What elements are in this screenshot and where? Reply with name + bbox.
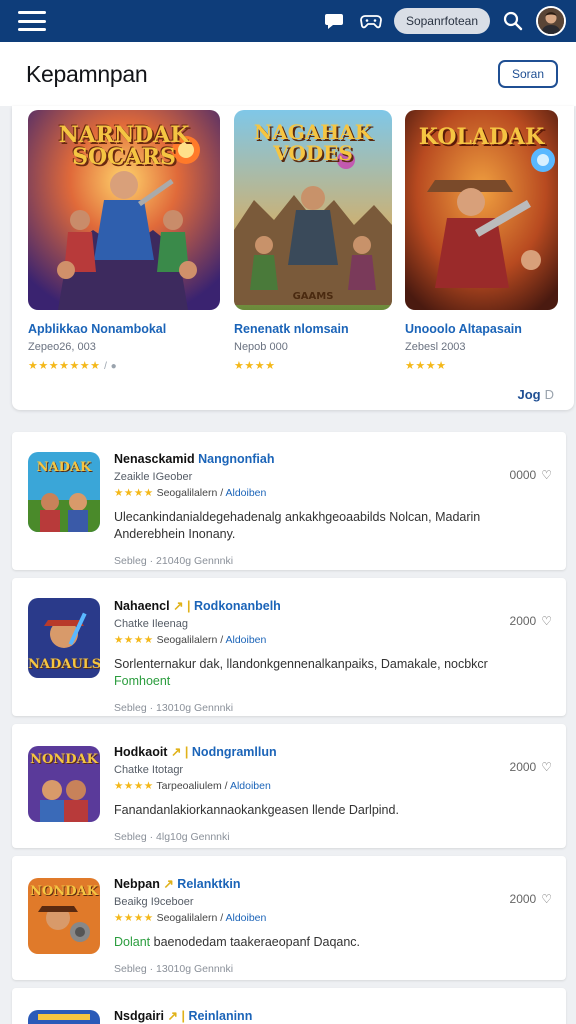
controller-icon[interactable] (358, 8, 384, 34)
game-cover-art: NAGAHAK VODES GAAMS (234, 110, 392, 310)
list-item-title[interactable]: Nsdgairi ↗ | Reinlaninn (114, 1008, 494, 1023)
featured-card[interactable]: NAGAHAK VODES GAAMS Renenatk nlomsain Ne… (234, 110, 392, 372)
favorite-button[interactable]: 2000 ♡ (510, 760, 552, 774)
favorite-button[interactable]: 2000 ♡ (510, 892, 552, 906)
game-cover-art: NARNDAK SOCARS (28, 110, 220, 310)
list-item-subtitle: Chatke Ileenag (114, 618, 188, 630)
heart-icon: ♡ (541, 892, 552, 906)
header-button[interactable]: Soran (497, 60, 558, 88)
app-icon-text: NONDAK (30, 752, 98, 767)
list-item-subtitle: Beaikg I9ceboer (114, 896, 194, 908)
game-logo-subtext: GAAMS (292, 291, 334, 302)
list-item-body: Nebpan ↗ Relanktkin Beaikg I9ceboer ★★★★… (114, 876, 494, 975)
app-icon: NADAULS (28, 598, 100, 678)
list-item-date: Sebleg · 21040g Gennnki (114, 555, 234, 567)
list-item-description: Sorlenternakur dak, llandonkgennenalkanp… (114, 657, 488, 688)
list-item-subtitle: Zeaikle IGeober (114, 471, 193, 483)
list-item[interactable]: NADAK Nenasckamid Nangnonfiah Zeaikle IG… (12, 432, 566, 570)
list-item[interactable]: NADAULS Nahaencl ↗ | Rodkonanbelh Chatke… (12, 578, 566, 716)
favorite-button[interactable]: 2000 ♡ (510, 614, 552, 628)
list-item-meta: ★★★★ Seogalilalern / Aldoiben (114, 634, 267, 646)
rating-stars: ★★★★ (114, 634, 154, 646)
page-header: Kepamnpan Soran (0, 42, 576, 106)
app-icon-text: NONDAK (30, 884, 98, 899)
featured-title[interactable]: Renenatk nlomsain (234, 322, 392, 336)
list-item-body: Nenasckamid Nangnonfiah Zeaikle IGeober … (114, 452, 494, 567)
chat-icon[interactable] (322, 8, 348, 34)
arrow-icon: D (544, 387, 554, 402)
app-icon: NONDAK (28, 878, 100, 954)
featured-card[interactable]: NARNDAK SOCARS Apblikkao Nonambokal Zepe… (28, 110, 220, 372)
page-title: Kepamnpan (26, 60, 148, 87)
list-item-date: Sebleg · 13010g Gennnki (114, 702, 234, 714)
rating-stars: ★★★★ (234, 360, 276, 372)
game-logo-text: NAGAHAK VODES (253, 120, 373, 165)
list-item-description: Fanandanlakiorkannaokankgeasen llende Da… (114, 803, 399, 817)
featured-title[interactable]: Apblikkao Nonambokal (28, 322, 220, 336)
app-icon (28, 1010, 100, 1024)
list-item-meta: ★★★★ Seogalilalern / Aldoiben (114, 912, 267, 924)
avatar[interactable] (536, 6, 566, 36)
rating-stars: ★★★★ (114, 780, 154, 792)
featured-title[interactable]: Unooolo Altapasain (405, 322, 558, 336)
menu-icon[interactable] (18, 11, 46, 31)
featured-date: Nepob 000 (234, 341, 288, 353)
heart-icon: ♡ (541, 760, 552, 774)
list-item-subtitle: Chatke Itotagr (114, 764, 184, 776)
featured-carousel[interactable]: NARNDAK SOCARS Apblikkao Nonambokal Zepe… (12, 106, 574, 410)
app-icon: NADAK (28, 452, 100, 532)
see-more-link[interactable]: Jog D (517, 387, 554, 402)
list-item[interactable]: Nsdgairi ↗ | Reinlaninn (12, 988, 566, 1024)
game-cover-art: KOLADAK (405, 110, 558, 310)
list-item-title[interactable]: Nahaencl ↗ | Rodkonanbelh (114, 598, 494, 613)
rating-stars: ★★★★ (114, 912, 154, 924)
list-item-title[interactable]: Nebpan ↗ Relanktkin (114, 876, 494, 891)
featured-card[interactable]: KOLADAK Unooolo Altapasain Zebesl 2003 ★… (405, 110, 558, 372)
list-item-description: Dolant baenodedam taakeraeopanf Daqanc. (114, 935, 361, 949)
list-item-date: Sebleg · 4lg10g Gennnki (114, 831, 230, 843)
rating-stars: ★★★★ (114, 487, 154, 499)
list-item-body: Hodkaoit ↗ | Nodngramllun Chatke Itotagr… (114, 744, 494, 843)
list-item-meta: ★★★★ Tarpeoaliulem / Aldoiben (114, 780, 271, 792)
favorite-button[interactable]: 0000 ♡ (510, 468, 552, 482)
list-item-body: Nahaencl ↗ | Rodkonanbelh Chatke Ileenag… (114, 598, 494, 714)
list-item-meta: ★★★★ Seogalilalern / Aldoiben (114, 487, 267, 499)
search-field[interactable]: Sopanrfotean (393, 8, 490, 34)
featured-date: Zepeo26, 003 (28, 341, 96, 353)
list-item[interactable]: NONDAK Hodkaoit ↗ | Nodngramllun Chatke … (12, 724, 566, 848)
list-item-description: Ulecankindanialdegehadenalg ankakhgeoaab… (114, 510, 481, 541)
featured-date: Zebesl 2003 (405, 341, 466, 353)
list-item-title[interactable]: Hodkaoit ↗ | Nodngramllun (114, 744, 494, 759)
list-item-date: Sebleg · 13010g Gennnki (114, 963, 234, 975)
app-icon: NONDAK (28, 746, 100, 822)
list-item[interactable]: NONDAK Nebpan ↗ Relanktkin Beaikg I9cebo… (12, 856, 566, 980)
list-item-body: Nsdgairi ↗ | Reinlaninn (114, 1008, 494, 1023)
game-logo-text: KOLADAK (418, 124, 545, 150)
app-icon-text: NADAK (36, 460, 92, 475)
heart-icon: ♡ (541, 614, 552, 628)
game-logo-text: NARNDAK SOCARS (58, 122, 190, 170)
search-icon[interactable] (500, 8, 526, 34)
rating-stars: ★★★★★★★ / ● (28, 360, 118, 372)
rating-stars: ★★★★ (405, 360, 447, 372)
heart-icon: ♡ (541, 468, 552, 482)
list-item-title[interactable]: Nenasckamid Nangnonfiah (114, 452, 494, 466)
app-icon-text: NADAULS (28, 657, 100, 672)
top-app-bar: Sopanrfotean (0, 0, 576, 42)
